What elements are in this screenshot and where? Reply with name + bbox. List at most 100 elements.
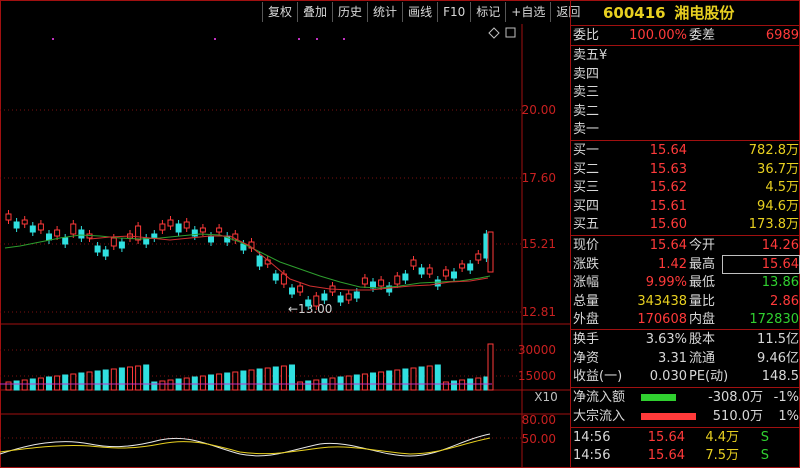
volume-bar bbox=[110, 368, 117, 391]
stats-button[interactable]: 统计 bbox=[367, 2, 402, 22]
quote-label: 涨跌 bbox=[573, 256, 600, 272]
stock-name: 湘电股份 bbox=[674, 4, 735, 22]
bid-row[interactable]: 买五 15.60 173.8万 bbox=[573, 216, 799, 233]
bid-row[interactable]: 买三 15.62 4.5万 bbox=[573, 179, 799, 196]
bid-volume: 173.8万 bbox=[748, 217, 799, 233]
bid-row[interactable]: 买一 15.64 782.8万 bbox=[573, 142, 799, 159]
ratio-value: 100.00% bbox=[629, 28, 687, 43]
volume-bar bbox=[434, 364, 441, 391]
volume-bar bbox=[248, 369, 255, 391]
volume-bar bbox=[264, 367, 271, 391]
candle-body bbox=[361, 277, 368, 285]
price-tick-label: 12.81 bbox=[522, 305, 556, 319]
candlestick-series bbox=[5, 210, 494, 310]
ask-label: 卖一 bbox=[573, 122, 600, 138]
ask-row[interactable]: 卖二 bbox=[573, 103, 799, 120]
candle-body bbox=[208, 235, 214, 243]
stock-title: 600416 湘电股份 bbox=[571, 0, 800, 26]
fundamental-label: 净资 bbox=[573, 350, 600, 366]
quote-label: 内盘 bbox=[689, 312, 716, 328]
candle-body bbox=[394, 275, 401, 285]
fund-flow-bar bbox=[641, 413, 696, 420]
divider bbox=[571, 45, 800, 46]
ask-price: ¥ bbox=[599, 48, 608, 63]
bid-row[interactable]: 买四 15.61 94.6万 bbox=[573, 198, 799, 215]
quote-value: 13.86 bbox=[761, 275, 799, 291]
volume-bar bbox=[459, 379, 466, 391]
kline-chart-area[interactable]: 20.00 17.60 15.21 12.81 30000 15000 X10 … bbox=[0, 24, 570, 468]
add-watchlist-button[interactable]: +自选 bbox=[505, 2, 550, 22]
mark-button[interactable]: 标记 bbox=[470, 2, 505, 22]
fund-flow-pct: 1% bbox=[778, 409, 799, 424]
f10-button[interactable]: F10 bbox=[437, 2, 470, 22]
window-box-icon[interactable] bbox=[505, 27, 516, 38]
volume-bar bbox=[410, 367, 417, 391]
volume-bar bbox=[224, 372, 231, 391]
tick-time: 14:56 bbox=[573, 430, 611, 445]
volume-bar bbox=[159, 380, 166, 391]
fund-flow-label: 大宗流入 bbox=[573, 409, 626, 424]
quote-label: 最低 bbox=[689, 275, 716, 291]
fundamental-row: 收益(一) 0.030 PE(动) 148.5 bbox=[573, 368, 799, 385]
volume-bar bbox=[199, 375, 206, 391]
ask-row[interactable]: 卖四 bbox=[573, 66, 799, 83]
quote-label: 今开 bbox=[689, 238, 716, 253]
volume-bar bbox=[487, 343, 494, 391]
price-tick-label: 15.21 bbox=[522, 237, 556, 251]
indicator-tick-label: 50.00 bbox=[522, 432, 556, 446]
candle-body bbox=[29, 225, 36, 233]
volume-bar bbox=[86, 371, 93, 391]
volume-bar bbox=[451, 380, 457, 391]
fund-flow-bar bbox=[641, 394, 676, 401]
candle-body bbox=[289, 287, 295, 295]
volume-bar bbox=[102, 369, 109, 391]
candle-body bbox=[459, 263, 466, 269]
volume-bar bbox=[167, 379, 174, 391]
quote-label: 外盘 bbox=[573, 312, 600, 328]
candle-body bbox=[313, 295, 320, 307]
quote-value: 9.99% bbox=[645, 275, 687, 291]
indicator-tick-label: 80.00 bbox=[522, 413, 556, 427]
quote-value: 170608 bbox=[637, 312, 687, 328]
ask-row[interactable]: 卖五¥ bbox=[573, 47, 799, 64]
volume-bar bbox=[5, 381, 12, 391]
candle-body bbox=[475, 253, 482, 261]
candle-body bbox=[118, 241, 125, 249]
fundamental-value: 0.030 bbox=[649, 369, 687, 385]
candle-body bbox=[418, 267, 425, 275]
fundamental-label: 换手 bbox=[573, 332, 600, 347]
ask-row[interactable]: 卖三 bbox=[573, 84, 799, 101]
ask-row[interactable]: 卖一 bbox=[573, 121, 799, 138]
kline-chart[interactable]: 20.00 17.60 15.21 12.81 30000 15000 X10 … bbox=[0, 24, 570, 468]
candle-body bbox=[46, 233, 52, 241]
toolbar: 复权 叠加 历史 统计 画线 F10 标记 +自选 返回 bbox=[262, 2, 585, 22]
overlay-button[interactable]: 叠加 bbox=[297, 2, 332, 22]
history-button[interactable]: 历史 bbox=[332, 2, 367, 22]
bid-label: 买五 bbox=[573, 217, 600, 233]
candle-body bbox=[378, 279, 385, 287]
candle-body bbox=[70, 223, 77, 235]
bid-volume: 4.5万 bbox=[765, 180, 799, 196]
diff-value: 6989 bbox=[765, 28, 799, 43]
tick-volume: 7.5万 bbox=[705, 448, 739, 463]
candle-body bbox=[297, 285, 304, 293]
volume-bar bbox=[256, 368, 263, 391]
candle-body bbox=[426, 267, 433, 275]
tick-side: S bbox=[760, 448, 769, 463]
fund-flow-value: -308.0万 bbox=[708, 390, 763, 405]
volume-bar bbox=[386, 370, 393, 391]
fund-flow-pct: -1% bbox=[773, 390, 799, 405]
volume-bar bbox=[208, 374, 214, 391]
quote-row: 总量 343438 量比 2.86 bbox=[573, 293, 799, 310]
price-tick-label: 17.60 bbox=[522, 171, 556, 185]
tick-volume: 4.4万 bbox=[705, 430, 739, 445]
bid-row[interactable]: 买二 15.63 36.7万 bbox=[573, 161, 799, 178]
candle-body bbox=[216, 227, 223, 233]
quote-label: 量比 bbox=[689, 293, 716, 309]
volume-bar bbox=[216, 373, 223, 391]
candle-body bbox=[321, 293, 328, 301]
tick-time: 14:56 bbox=[573, 448, 611, 463]
draw-line-button[interactable]: 画线 bbox=[402, 2, 437, 22]
diamond-icon[interactable] bbox=[488, 27, 500, 39]
fuquan-button[interactable]: 复权 bbox=[262, 2, 297, 22]
